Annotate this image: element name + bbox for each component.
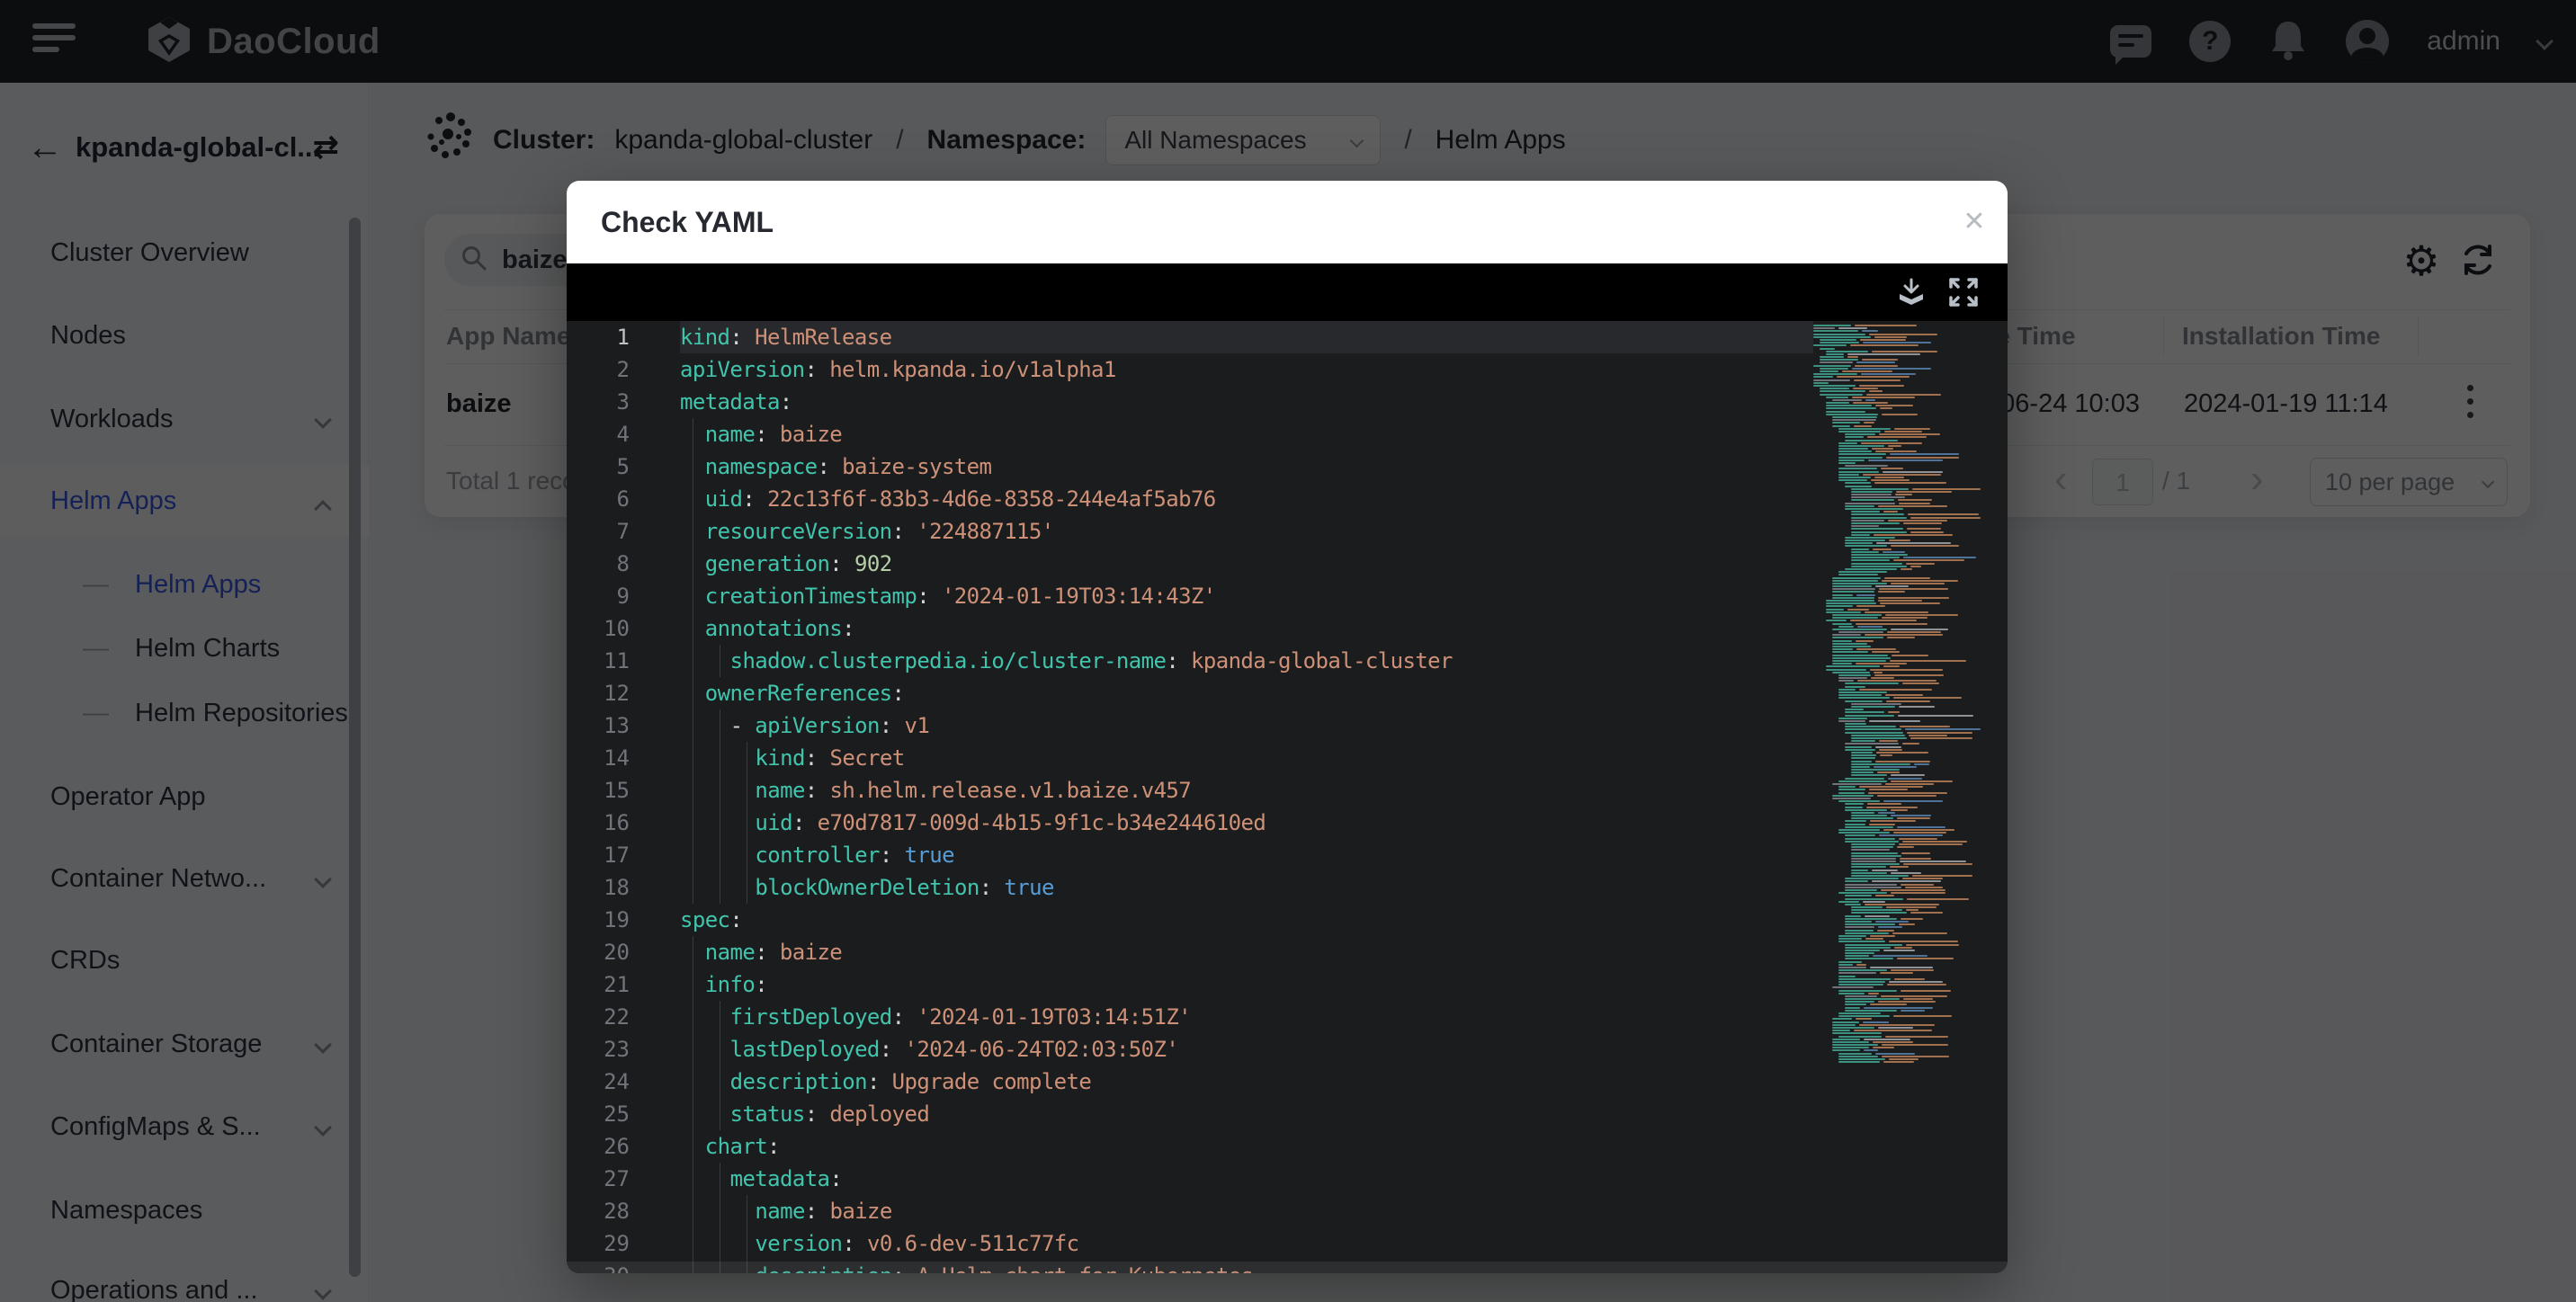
code-line-10: 10 annotations: <box>567 612 2008 645</box>
modal-title: Check YAML <box>601 181 774 263</box>
code-text: uid: 22c13f6f-83b3-4d6e-8358-244e4af5ab7… <box>705 483 1216 515</box>
code-line-4: 4 name: baize <box>567 418 2008 450</box>
code-text: creationTimestamp: '2024-01-19T03:14:43Z… <box>705 580 1216 612</box>
code-line-23: 23 lastDeployed: '2024-06-24T02:03:50Z' <box>567 1033 2008 1066</box>
code-line-21: 21 info: <box>567 968 2008 1001</box>
code-text: lastDeployed: '2024-06-24T02:03:50Z' <box>730 1033 1179 1066</box>
code-line-8: 8 generation: 902 <box>567 548 2008 580</box>
code-text: controller: true <box>755 839 954 871</box>
code-text: apiVersion: helm.kpanda.io/v1alpha1 <box>680 353 1116 386</box>
line-number: 2 <box>567 353 630 386</box>
code-text: name: baize <box>705 936 842 968</box>
code-text: uid: e70d7817-009d-4b15-9f1c-b34e244610e… <box>755 807 1266 839</box>
code-text: metadata: <box>680 386 792 418</box>
code-text: shadow.clusterpedia.io/cluster-name: kpa… <box>730 645 1453 677</box>
code-line-11: 11 shadow.clusterpedia.io/cluster-name: k… <box>567 645 2008 677</box>
line-number: 7 <box>567 515 630 548</box>
fullscreen-expand-icon[interactable] <box>1947 276 1980 308</box>
code-line-25: 25 status: deployed <box>567 1098 2008 1130</box>
line-number: 26 <box>567 1130 630 1163</box>
yaml-code-editor[interactable]: 1 kind: HelmRelease 2 apiVersion: helm.kpan… <box>567 321 2008 1273</box>
code-text: version: v0.6-dev-511c77fc <box>755 1227 1078 1260</box>
code-line-7: 7 resourceVersion: '224887115' <box>567 515 2008 548</box>
line-number: 8 <box>567 548 630 580</box>
code-line-3: 3 metadata: <box>567 386 2008 418</box>
line-number: 10 <box>567 612 630 645</box>
code-text: spec: <box>680 904 742 936</box>
line-number: 5 <box>567 450 630 483</box>
code-line-29: 29 version: v0.6-dev-511c77fc <box>567 1227 2008 1260</box>
line-number: 20 <box>567 936 630 968</box>
code-line-18: 18 blockOwnerDeletion: true <box>567 871 2008 904</box>
line-number: 28 <box>567 1195 630 1227</box>
code-text: name: sh.helm.release.v1.baize.v457 <box>755 774 1191 807</box>
code-text: info: <box>705 968 767 1001</box>
code-line-14: 14 kind: Secret <box>567 742 2008 774</box>
check-yaml-modal: Check YAML ✕ 1 kind: HelmRelease <box>567 181 2008 1273</box>
code-line-5: 5 namespace: baize-system <box>567 450 2008 483</box>
code-text: chart: <box>705 1130 780 1163</box>
code-line-1: 1 kind: HelmRelease <box>567 321 2008 353</box>
modal-header: Check YAML ✕ <box>567 181 2008 263</box>
code-line-28: 28 name: baize <box>567 1195 2008 1227</box>
line-number: 3 <box>567 386 630 418</box>
line-number: 19 <box>567 904 630 936</box>
line-number: 16 <box>567 807 630 839</box>
code-line-9: 9 creationTimestamp: '2024-01-19T03:14:43… <box>567 580 2008 612</box>
horizontal-scrollbar[interactable] <box>567 1262 2008 1273</box>
line-number: 24 <box>567 1066 630 1098</box>
code-text: status: deployed <box>730 1098 930 1130</box>
code-line-17: 17 controller: true <box>567 839 2008 871</box>
code-line-20: 20 name: baize <box>567 936 2008 968</box>
line-number: 1 <box>567 321 630 353</box>
line-number: 18 <box>567 871 630 904</box>
code-line-6: 6 uid: 22c13f6f-83b3-4d6e-8358-244e4af5ab… <box>567 483 2008 515</box>
line-number: 9 <box>567 580 630 612</box>
code-line-24: 24 description: Upgrade complete <box>567 1066 2008 1098</box>
line-number: 27 <box>567 1163 630 1195</box>
code-text: name: baize <box>755 1195 891 1227</box>
line-number: 22 <box>567 1001 630 1033</box>
code-line-16: 16 uid: e70d7817-009d-4b15-9f1c-b34e24461… <box>567 807 2008 839</box>
code-line-19: 19 spec: <box>567 904 2008 936</box>
screen: DaoCloud ? admin ← kpanda-global-cl... ⇄… <box>0 0 2576 1302</box>
code-text: namespace: baize-system <box>705 450 992 483</box>
line-number: 17 <box>567 839 630 871</box>
code-line-27: 27 metadata: <box>567 1163 2008 1195</box>
code-text: - apiVersion: v1 <box>730 709 930 742</box>
code-line-12: 12 ownerReferences: <box>567 677 2008 709</box>
code-text: annotations: <box>705 612 854 645</box>
code-text: kind: HelmRelease <box>680 321 891 353</box>
line-number: 6 <box>567 483 630 515</box>
line-number: 29 <box>567 1227 630 1260</box>
code-text: description: Upgrade complete <box>730 1066 1092 1098</box>
line-number: 13 <box>567 709 630 742</box>
line-number: 12 <box>567 677 630 709</box>
line-number: 11 <box>567 645 630 677</box>
editor-toolbar <box>567 263 2008 321</box>
line-number: 15 <box>567 774 630 807</box>
line-number: 4 <box>567 418 630 450</box>
code-text: metadata: <box>730 1163 843 1195</box>
code-text: kind: Secret <box>755 742 904 774</box>
line-number: 25 <box>567 1098 630 1130</box>
close-icon[interactable]: ✕ <box>1952 181 1997 263</box>
line-number: 14 <box>567 742 630 774</box>
line-number: 23 <box>567 1033 630 1066</box>
code-line-13: 13 - apiVersion: v1 <box>567 709 2008 742</box>
line-number: 21 <box>567 968 630 1001</box>
code-text: generation: 902 <box>705 548 892 580</box>
code-text: ownerReferences: <box>705 677 905 709</box>
code-line-22: 22 firstDeployed: '2024-01-19T03:14:51Z' <box>567 1001 2008 1033</box>
code-line-15: 15 name: sh.helm.release.v1.baize.v457 <box>567 774 2008 807</box>
code-text: resourceVersion: '224887115' <box>705 515 1054 548</box>
code-line-2: 2 apiVersion: helm.kpanda.io/v1alpha1 <box>567 353 2008 386</box>
minimap[interactable] <box>1813 325 1981 1080</box>
download-yaml-icon[interactable] <box>1895 276 1928 308</box>
code-line-26: 26 chart: <box>567 1130 2008 1163</box>
code-text: blockOwnerDeletion: true <box>755 871 1053 904</box>
code-text: name: baize <box>705 418 842 450</box>
code-text: firstDeployed: '2024-01-19T03:14:51Z' <box>730 1001 1191 1033</box>
